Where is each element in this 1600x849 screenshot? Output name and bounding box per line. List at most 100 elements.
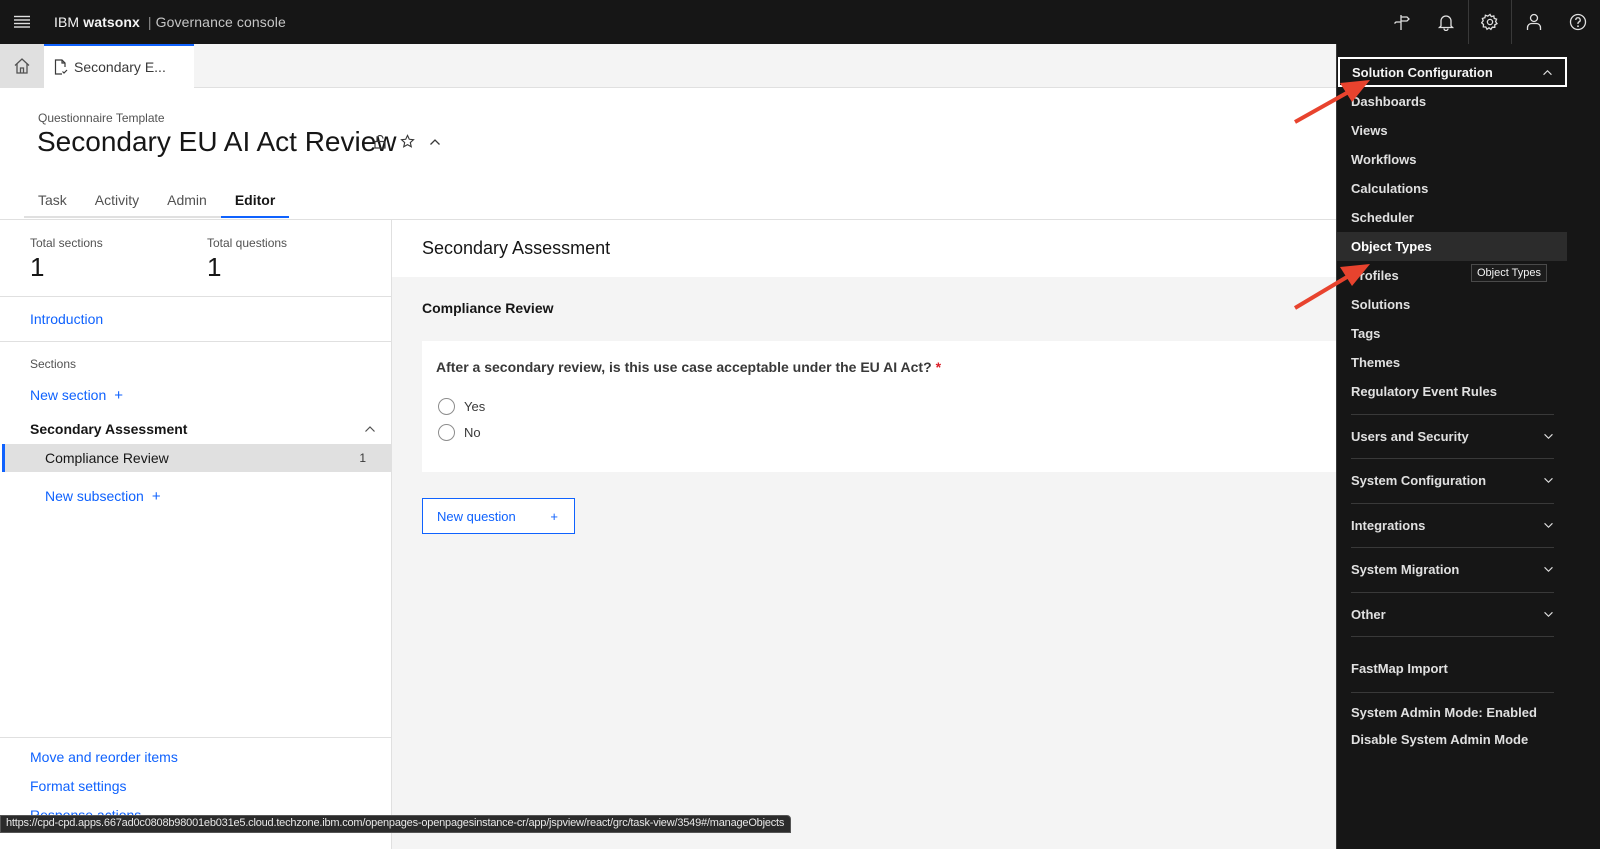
format-settings-link[interactable]: Format settings [30,778,126,794]
page-title: Secondary EU AI Act Review [37,126,397,157]
total-sections-value: 1 [30,252,45,282]
questionnaire-stats: Total sections 1 Total questions 1 [0,220,391,297]
menu-item-tags[interactable]: Tags [1337,319,1567,348]
chevron-up-icon [1543,69,1552,75]
disable-admin-mode-button[interactable]: Disable System Admin Mode [1351,732,1528,747]
menu-item-calculations[interactable]: Calculations [1337,174,1567,203]
header-actions [1380,0,1600,44]
menu-group-system-migration[interactable]: System Migration [1351,547,1554,591]
menu-group-users-security[interactable]: Users and Security [1351,414,1554,458]
help-icon [1569,13,1587,31]
unlock-button[interactable] [374,134,386,149]
solution-configuration-header[interactable]: Solution Configuration [1338,57,1567,87]
tab-admin[interactable]: Admin [153,186,221,218]
menu-group-other[interactable]: Other [1351,592,1554,636]
radio-button[interactable] [438,424,455,441]
star-icon [400,134,415,148]
new-section-label: New section [30,387,107,403]
subsection-compliance-review[interactable]: Compliance Review 1 [2,444,391,472]
new-subsection-label: New subsection [45,488,144,504]
chevron-up-icon[interactable] [364,425,376,433]
notifications-button[interactable] [1424,0,1468,44]
total-questions-value: 1 [207,252,222,282]
radio-option-no[interactable]: No [438,424,481,441]
menu-item-object-types[interactable]: Object Types [1337,232,1567,261]
subsection-question-count: 1 [359,451,366,465]
subsection-heading: Compliance Review [422,300,554,316]
question-card[interactable]: After a secondary review, is this use ca… [422,341,1336,472]
menu-item-views[interactable]: Views [1337,116,1567,145]
brand-console: Governance console [155,14,286,30]
tab-activity[interactable]: Activity [80,186,154,218]
object-types-tooltip: Object Types [1471,264,1547,282]
document-check-icon [54,59,68,75]
open-document-tab-label: Secondary E... [74,59,166,75]
admin-settings-menu: Solution Configuration Dashboards Views … [1336,44,1600,849]
tab-task[interactable]: Task [24,186,81,218]
user-icon [1526,13,1542,30]
add-icon: + [114,387,124,404]
group-label: Integrations [1351,518,1426,533]
move-reorder-link[interactable]: Move and reorder items [30,749,178,765]
settings-button[interactable] [1468,0,1512,44]
notification-bell-icon [1437,15,1455,31]
brand-product: watsonx [83,14,140,30]
hamburger-menu-button[interactable] [0,0,44,44]
admin-mode-status: System Admin Mode: Enabled [1351,705,1537,720]
section-name: Secondary Assessment [30,421,188,437]
open-document-tab[interactable]: Secondary E... [44,44,194,88]
total-sections-label: Total sections [30,236,103,250]
brand-separator: | [147,14,152,30]
new-subsection-button[interactable]: New subsection + [45,488,161,505]
new-section-button[interactable]: New section + [30,387,123,404]
menu-item-dashboards[interactable]: Dashboards [1337,87,1567,116]
menu-item-scheduler[interactable]: Scheduler [1337,203,1567,232]
home-tab[interactable] [0,44,44,88]
section-secondary-assessment[interactable]: Secondary Assessment [30,421,376,437]
menu-group-integrations[interactable]: Integrations [1351,503,1554,547]
total-questions-stat: Total questions 1 [207,236,287,283]
group-label: System Configuration [1351,473,1487,488]
total-questions-label: Total questions [207,236,288,250]
chevron-down-icon [1544,433,1553,440]
radio-button[interactable] [438,398,455,415]
object-tabs: Task Activity Admin Editor [24,186,290,218]
home-icon [14,58,30,74]
menu-item-fastmap-import[interactable]: FastMap Import [1351,661,1448,676]
product-brand[interactable]: IBM watsonx | Governance console [54,14,286,30]
guide-button[interactable] [1380,0,1424,44]
menu-item-themes[interactable]: Themes [1337,348,1567,377]
chevron-down-icon [1544,522,1553,529]
group-label: Other [1351,607,1386,622]
help-button[interactable] [1556,0,1600,44]
signpost-icon [1394,15,1410,30]
settings-gear-icon [1481,13,1498,31]
object-type-label: Questionnaire Template [38,111,165,125]
menu-item-regulatory-event-rules[interactable]: Regulatory Event Rules [1337,377,1567,406]
menu-item-solutions[interactable]: Solutions [1337,290,1567,319]
radio-option-yes[interactable]: Yes [438,398,485,415]
collapse-header-button[interactable] [429,138,441,146]
chevron-down-icon [1544,611,1553,618]
introduction-link[interactable]: Introduction [30,311,103,327]
favorite-button[interactable] [400,134,415,149]
chevron-down-icon [1544,477,1553,484]
menu-group-system-configuration[interactable]: System Configuration [1351,458,1554,502]
new-question-button[interactable]: New question + [422,498,575,534]
editor-outline-panel: Total sections 1 Total questions 1 Intro… [0,219,392,849]
menu-divider [1351,692,1554,693]
page-header: Questionnaire Template Secondary EU AI A… [0,88,1336,218]
section-heading: Secondary Assessment [392,220,1336,277]
user-profile-button[interactable] [1512,0,1556,44]
chevron-up-icon [430,138,440,145]
tab-editor[interactable]: Editor [220,186,290,218]
menu-divider [1351,636,1554,637]
editor-canvas: Secondary Assessment Compliance Review A… [392,219,1336,849]
menu-item-workflows[interactable]: Workflows [1337,145,1567,174]
introduction-row: Introduction [0,297,391,342]
required-marker: * [935,359,942,375]
total-sections-stat: Total sections 1 [30,236,103,283]
group-label: System Migration [1351,562,1460,577]
radio-label: Yes [464,399,486,414]
group-label: Users and Security [1351,429,1469,444]
